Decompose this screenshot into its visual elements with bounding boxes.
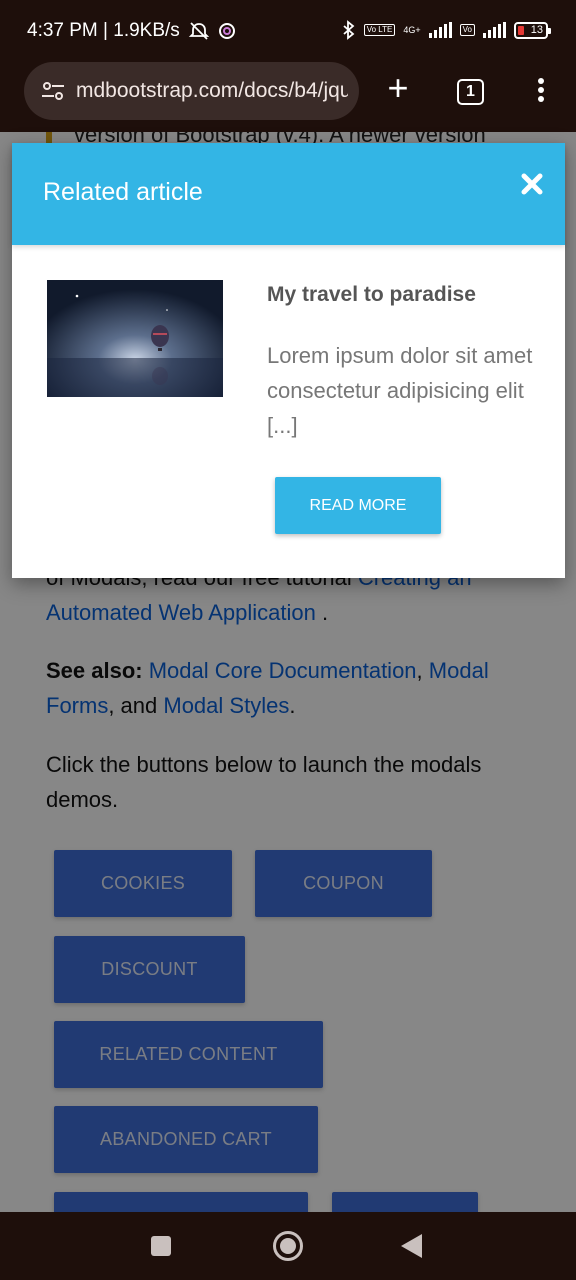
status-time-speed: 4:37 PM | 1.9KB/s bbox=[27, 20, 180, 41]
url-text[interactable]: mdbootstrap.com/docs/b4/jquery/modals/ad… bbox=[76, 79, 348, 103]
mute-icon bbox=[188, 22, 209, 40]
article-thumbnail bbox=[47, 280, 223, 397]
status-bar: 4:37 PM | 1.9KB/s Vo LTE 4G+ Vo 13 bbox=[0, 0, 576, 62]
browser-toolbar: mdbootstrap.com/docs/b4/jquery/modals/ad… bbox=[0, 62, 576, 132]
article-title: My travel to paradise bbox=[267, 283, 476, 306]
app-notification-icon bbox=[218, 23, 235, 39]
address-bar[interactable]: mdbootstrap.com/docs/b4/jquery/modals/ad… bbox=[24, 62, 359, 120]
new-tab-button[interactable]: + bbox=[381, 70, 415, 108]
network-type: 4G+ bbox=[403, 25, 421, 35]
modal-header: Related article bbox=[12, 143, 565, 245]
close-icon[interactable] bbox=[520, 171, 544, 197]
signal-icon bbox=[428, 22, 452, 38]
tab-switcher-button[interactable]: 1 bbox=[457, 79, 484, 105]
article-excerpt: Lorem ipsum dolor sit amet consectetur a… bbox=[267, 343, 533, 438]
volte-badge-2: Vo bbox=[459, 24, 475, 36]
home-icon[interactable] bbox=[273, 1231, 303, 1261]
bluetooth-icon bbox=[343, 20, 355, 40]
more-menu-icon[interactable] bbox=[533, 78, 549, 106]
system-nav-bar bbox=[0, 1212, 576, 1280]
related-article-modal: Related article My travel to paradise Lo… bbox=[12, 143, 565, 578]
battery-icon: 13 bbox=[514, 21, 551, 39]
read-more-button[interactable]: READ MORE bbox=[275, 477, 441, 534]
volte-badge: Vo LTE bbox=[363, 24, 396, 36]
recents-icon[interactable] bbox=[151, 1236, 171, 1256]
back-icon[interactable] bbox=[401, 1234, 422, 1258]
signal-icon-2 bbox=[483, 22, 506, 38]
modal-title: Related article bbox=[43, 178, 203, 206]
site-settings-icon[interactable] bbox=[41, 81, 65, 101]
